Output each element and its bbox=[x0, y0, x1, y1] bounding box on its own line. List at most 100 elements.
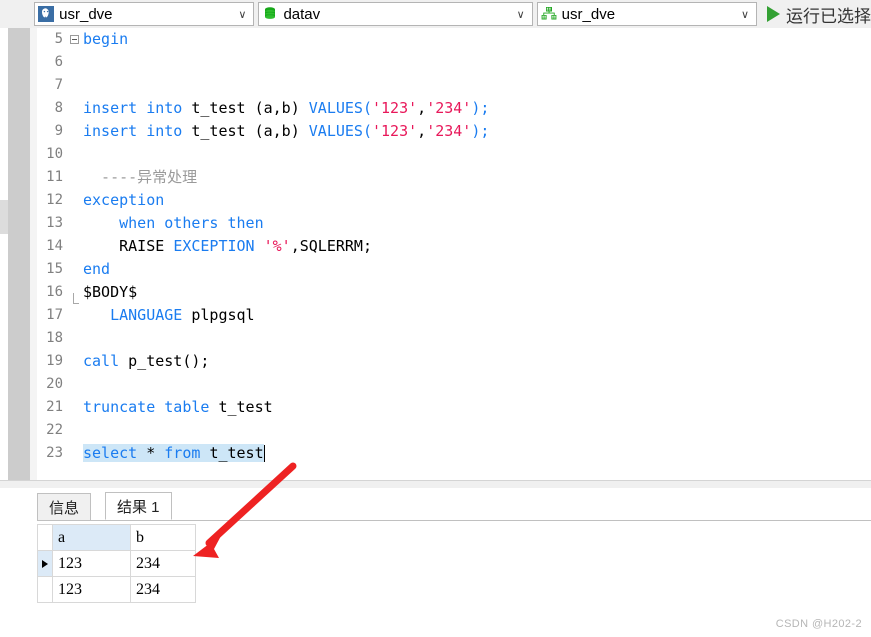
tab-message[interactable]: 信息 bbox=[37, 493, 92, 520]
code-token: , bbox=[417, 99, 427, 117]
code-token: '%' bbox=[263, 237, 291, 255]
chevron-down-icon[interactable]: ∨ bbox=[734, 8, 756, 21]
line-number: 15 bbox=[46, 261, 63, 277]
code-line[interactable]: 6 bbox=[37, 51, 871, 74]
code-line[interactable]: 13 when others then bbox=[37, 212, 871, 235]
code-token: plpgsql bbox=[191, 306, 255, 324]
run-selection-label: 运行已选择 bbox=[785, 6, 871, 26]
csdn-watermark: CSDN @H202-2 bbox=[775, 618, 862, 630]
code-token: EXCEPTION bbox=[173, 237, 264, 255]
code-token: from bbox=[164, 444, 210, 462]
schema-label: usr_dve bbox=[561, 5, 616, 23]
connection-combobox[interactable]: usr_dve ∨ bbox=[34, 2, 255, 26]
code-line[interactable]: 22 bbox=[37, 419, 871, 442]
code-line-selected[interactable]: 23 select * from t_test bbox=[37, 442, 871, 465]
code-line[interactable]: 11 ----异常处理 bbox=[37, 166, 871, 189]
tabbar-left-fill bbox=[0, 488, 37, 520]
code-line[interactable]: 17 LANGUAGE plpgsql bbox=[37, 304, 871, 327]
code-token: RAISE bbox=[83, 237, 174, 255]
code-line[interactable]: 8 insert into t_test (a,b) VALUES('123',… bbox=[37, 97, 871, 120]
code-line[interactable]: 14 RAISE EXCEPTION '%',SQLERRM; bbox=[37, 235, 871, 258]
code-token: '234' bbox=[426, 99, 472, 117]
cell-b[interactable]: 234 bbox=[130, 576, 196, 603]
fold-toggle[interactable] bbox=[67, 35, 81, 44]
line-number: 6 bbox=[54, 54, 63, 70]
run-selection-button[interactable]: 运行已选择 bbox=[761, 2, 871, 27]
line-number: 5 bbox=[54, 31, 63, 47]
code-line[interactable]: 7 bbox=[37, 74, 871, 97]
code-token: (a,b) bbox=[254, 99, 300, 117]
code-line[interactable]: 16 $BODY$ bbox=[37, 281, 871, 304]
database-label: datav bbox=[283, 5, 321, 23]
tab-result-1[interactable]: 结果 1 bbox=[105, 492, 172, 520]
left-panel-edge bbox=[30, 28, 37, 488]
column-header-a[interactable]: a bbox=[52, 524, 131, 551]
code-line[interactable]: 19 call p_test(); bbox=[37, 350, 871, 373]
row-selector[interactable] bbox=[37, 550, 53, 577]
line-number: 20 bbox=[46, 376, 63, 392]
line-number: 14 bbox=[46, 238, 63, 254]
database-combobox[interactable]: datav ∨ bbox=[258, 2, 533, 26]
line-number: 13 bbox=[46, 215, 63, 231]
current-row-arrow-icon bbox=[42, 559, 48, 568]
line-number: 22 bbox=[46, 422, 63, 438]
code-token: LANGUAGE bbox=[110, 306, 192, 324]
connection-label: usr_dve bbox=[59, 5, 113, 23]
code-line[interactable]: 20 bbox=[37, 373, 871, 396]
line-number: 23 bbox=[46, 445, 63, 461]
result-grid[interactable]: a b 123 234 123 234 bbox=[37, 524, 196, 603]
code-token: t_test bbox=[218, 398, 273, 416]
postgres-elephant-icon bbox=[35, 6, 57, 22]
code-line[interactable]: 5 begin bbox=[37, 28, 871, 51]
database-cylinder-icon bbox=[259, 6, 281, 22]
selected-text[interactable]: select * from t_test bbox=[83, 444, 264, 462]
table-header-row: a b bbox=[37, 524, 196, 551]
line-number: 9 bbox=[54, 123, 63, 139]
code-line[interactable]: 9 insert into t_test (a,b) VALUES('123',… bbox=[37, 120, 871, 143]
code-line[interactable]: 15 end bbox=[37, 258, 871, 281]
result-tabbar: 信息 结果 1 bbox=[37, 488, 871, 521]
table-row[interactable]: 123 234 bbox=[37, 550, 196, 577]
column-header-b[interactable]: b bbox=[130, 524, 196, 551]
code-token: , bbox=[417, 122, 427, 140]
chevron-down-icon[interactable]: ∨ bbox=[510, 8, 532, 21]
table-row[interactable]: 123 234 bbox=[37, 576, 196, 603]
code-token: t_test bbox=[191, 99, 246, 117]
code-line[interactable]: 18 bbox=[37, 327, 871, 350]
code-token: (a,b) bbox=[254, 122, 300, 140]
code-comment: ----异常处理 bbox=[83, 168, 198, 186]
row-header-corner bbox=[37, 524, 53, 551]
code-token: '123' bbox=[372, 99, 418, 117]
cell-b[interactable]: 234 bbox=[130, 550, 196, 577]
chevron-down-icon[interactable]: ∨ bbox=[231, 8, 253, 21]
code-line[interactable]: 12 exception bbox=[37, 189, 871, 212]
code-token: '123' bbox=[372, 122, 418, 140]
editor-right-edge bbox=[863, 28, 871, 480]
top-toolbar: usr_dve ∨ datav ∨ usr_dve ∨ 运行已选择 bbox=[0, 0, 871, 28]
result-panel: 信息 结果 1 a b 123 234 123 234 bbox=[0, 488, 871, 637]
code-token: begin bbox=[83, 30, 129, 48]
code-token: p_test(); bbox=[128, 352, 210, 370]
code-token: select bbox=[83, 444, 147, 462]
code-line[interactable]: 10 bbox=[37, 143, 871, 166]
cell-a[interactable]: 123 bbox=[52, 576, 131, 603]
code-token: call bbox=[83, 352, 129, 370]
row-selector[interactable] bbox=[37, 576, 53, 603]
sql-editor[interactable]: 5 begin 6 7 8 insert into t_test (a,b) V… bbox=[37, 28, 871, 480]
code-token: ); bbox=[471, 99, 490, 117]
code-token: end bbox=[83, 260, 111, 278]
cell-a[interactable]: 123 bbox=[52, 550, 131, 577]
line-number: 19 bbox=[46, 353, 63, 369]
play-triangle-icon bbox=[766, 6, 780, 22]
schema-combobox[interactable]: usr_dve ∨ bbox=[536, 2, 757, 26]
tab-result-1-label: 结果 1 bbox=[117, 498, 160, 516]
code-token: $BODY$ bbox=[83, 283, 138, 301]
code-token: '234' bbox=[426, 122, 472, 140]
text-caret bbox=[263, 445, 265, 462]
toolbar-left-spacer bbox=[0, 0, 35, 28]
code-token: into bbox=[146, 99, 183, 117]
left-rail-collapsed-tab[interactable] bbox=[0, 200, 8, 234]
code-line[interactable]: 21 truncate table t_test bbox=[37, 396, 871, 419]
code-token: * bbox=[146, 444, 165, 462]
